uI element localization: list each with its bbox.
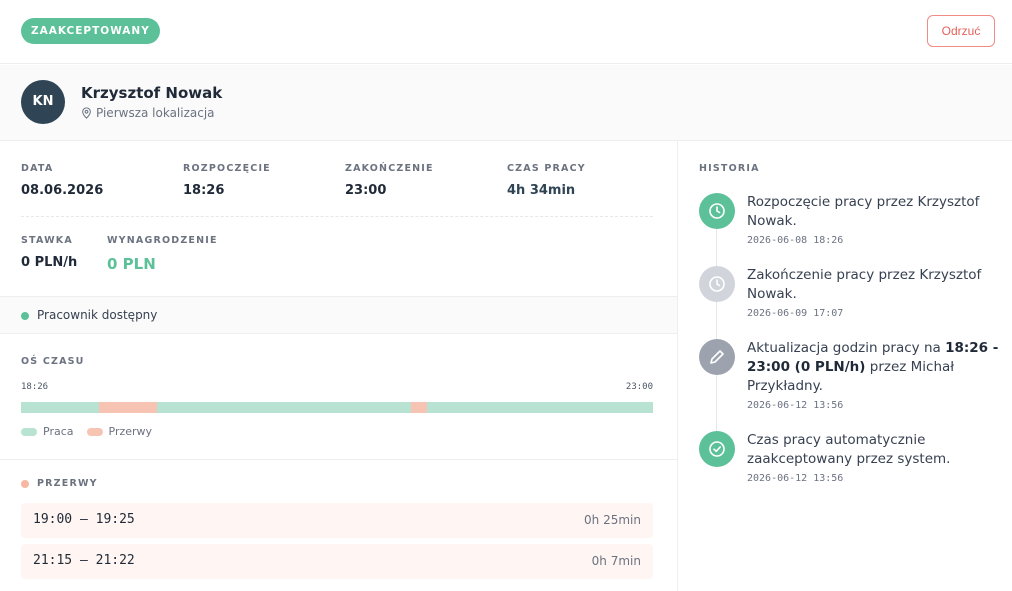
breaks-header: PRZERWY [21,478,98,489]
pay-label: WYNAGRODZENIE [107,235,218,246]
timeline-break-segment [99,402,158,413]
break-range: 19:00 – 19:25 [33,512,135,527]
start-label: ROZPOCZĘCIE [183,163,271,174]
pay-value: 0 PLN [107,255,156,273]
legend-break-swatch [86,427,103,436]
employee-location: Pierwsza lokalizacja [81,106,215,120]
avatar: KN [21,80,65,124]
legend-work-label: Praca [43,425,74,438]
history-connector [716,217,717,457]
clock-icon [699,266,735,302]
location-label: Pierwsza lokalizacja [96,106,215,120]
pencil-icon [699,339,735,375]
history-time: 2026-06-12 13:56 [747,400,844,411]
employee-header: KN Krzysztof Nowak Pierwsza lokalizacja [0,65,1012,141]
break-duration: 0h 7min [591,554,641,568]
history-time: 2026-06-08 18:26 [747,235,844,246]
end-label: ZAKOŃCZENIE [345,163,434,174]
history-text: Zakończenie pracy przez Krzysztof Nowak. [747,267,982,302]
history-title: HISTORIA [699,163,760,174]
date-label: DATA [21,163,54,174]
breaks-title: PRZERWY [37,478,98,489]
legend-work: Praca [21,425,74,438]
timeline-end: 23:00 [625,382,653,392]
availability-label: Pracownik dostępny [37,308,158,322]
end-value: 23:00 [345,183,387,198]
check-circle-icon [699,431,735,467]
break-row: 21:15 – 21:22 0h 7min [21,544,653,579]
history-text: Rozpoczęcie pracy przez Krzysztof Nowak. [747,194,980,229]
history-text-before: Aktualizacja godzin pracy na [747,340,946,356]
legend-break: Przerwy [86,425,153,438]
history-text: Czas pracy automatycznie zaakceptowany p… [747,432,951,467]
breaks-divider [0,459,677,460]
availability-bar: Pracownik dostępny [0,296,677,334]
worktime-value: 4h 34min [507,183,576,198]
date-value: 08.06.2026 [21,183,104,198]
legend-work-swatch [21,427,37,436]
timeline-bar [21,402,653,413]
timeline-title: OŚ CZASU [21,356,85,367]
rate-value: 0 PLN/h [21,255,78,270]
break-range: 21:15 – 21:22 [33,553,135,568]
availability-dot [21,312,29,320]
employee-name: Krzysztof Nowak [81,84,223,102]
reject-button[interactable]: Odrzuć [927,15,995,47]
history-time: 2026-06-12 13:56 [747,473,844,484]
clock-icon [699,193,735,229]
status-badge: ZAAKCEPTOWANY [21,18,160,44]
timeline-break-segment [410,402,427,413]
worktime-label: CZAS PRACY [507,163,586,174]
breaks-dot [21,479,29,488]
timeline-legend: Praca Przerwy [21,425,165,438]
timeline-start: 18:26 [21,382,49,392]
start-value: 18:26 [183,183,225,198]
shift-details-panel: DATA 08.06.2026 ROZPOCZĘCIE 18:26 ZAKOŃC… [0,141,677,591]
legend-break-label: Przerwy [108,425,153,438]
divider [21,216,653,217]
break-duration: 0h 25min [584,513,641,527]
rate-label: STAWKA [21,235,73,246]
break-row: 19:00 – 19:25 0h 25min [21,503,653,538]
top-bar: ZAAKCEPTOWANY Odrzuć [0,0,1012,64]
history-time: 2026-06-09 17:07 [747,308,844,319]
history-text: Aktualizacja godzin pracy na 18:26 - 23:… [747,339,1007,396]
history-panel: HISTORIA Rozpoczęcie pracy przez Krzyszt… [677,141,1012,591]
map-pin-icon [82,107,91,119]
